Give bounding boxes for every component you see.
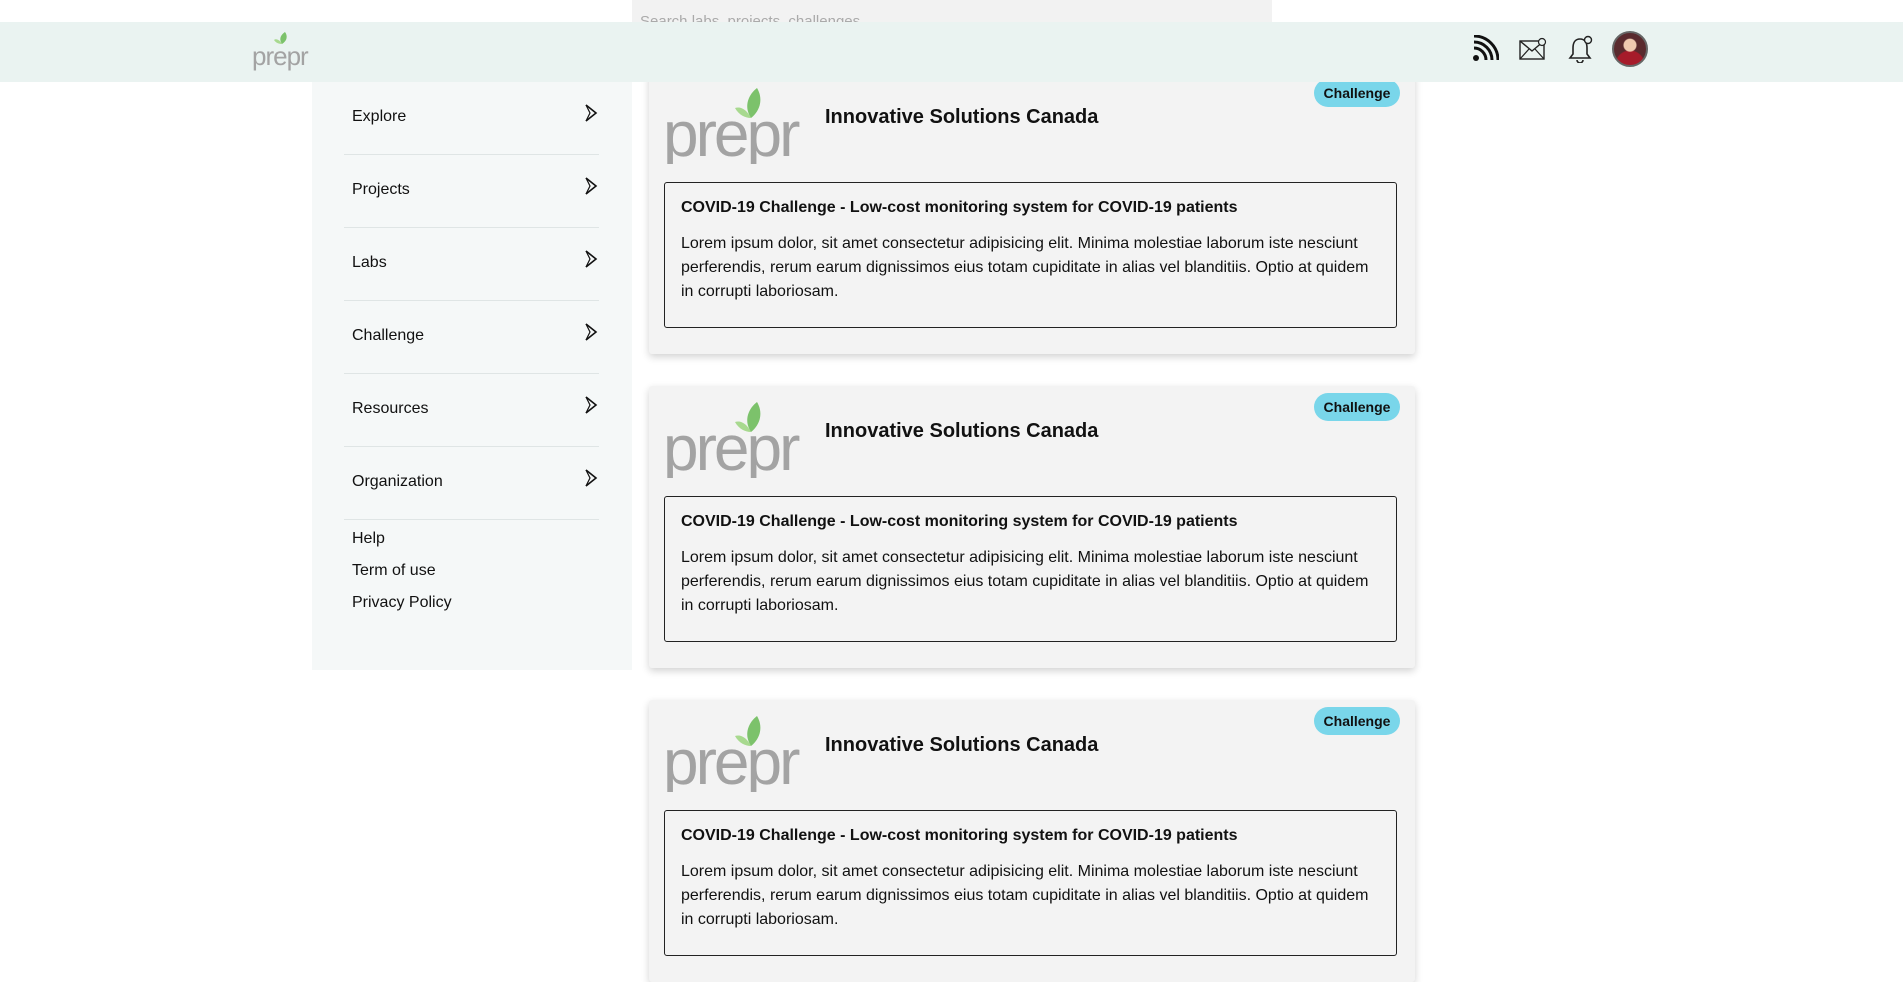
logo-text: prepr — [663, 98, 800, 164]
challenge-card[interactable]: prepr Innovative Solutions Canada Challe… — [649, 700, 1415, 982]
help-link[interactable]: Help — [352, 530, 385, 548]
sidebar-item-label: Explore — [352, 108, 407, 125]
sidebar-item-explore[interactable]: Explore — [344, 82, 599, 155]
challenge-badge[interactable]: Challenge — [1314, 79, 1400, 107]
sidebar-item-labs[interactable]: Labs — [344, 228, 599, 301]
chevron-right-icon — [585, 250, 598, 268]
challenge-title: COVID-19 Challenge - Low-cost monitoring… — [681, 199, 1238, 216]
sidebar: Explore Projects Labs Challenge Resource… — [312, 82, 632, 670]
sidebar-item-resources[interactable]: Resources — [344, 374, 599, 447]
challenge-summary[interactable]: COVID-19 Challenge - Low-cost monitoring… — [664, 182, 1397, 328]
chevron-right-icon — [585, 469, 598, 487]
org-logo: prepr — [663, 716, 803, 792]
logo-text: prepr — [252, 41, 309, 71]
logo-text: prepr — [663, 412, 800, 478]
challenge-card[interactable]: prepr Innovative Solutions Canada Challe… — [649, 72, 1415, 354]
top-header: prepr — [0, 22, 1903, 82]
rss-icon[interactable] — [1468, 32, 1502, 66]
bell-icon[interactable] — [1564, 32, 1598, 66]
terms-link[interactable]: Term of use — [352, 562, 436, 580]
challenge-badge[interactable]: Challenge — [1314, 393, 1400, 421]
org-logo: prepr — [663, 402, 803, 478]
sidebar-item-challenge[interactable]: Challenge — [344, 301, 599, 374]
sidebar-item-label: Organization — [352, 473, 443, 490]
logo-text: prepr — [663, 726, 800, 792]
challenge-summary[interactable]: COVID-19 Challenge - Low-cost monitoring… — [664, 810, 1397, 956]
org-logo: prepr — [663, 88, 803, 164]
org-name: Innovative Solutions Canada — [825, 734, 1099, 756]
chevron-right-icon — [585, 323, 598, 341]
challenge-title: COVID-19 Challenge - Low-cost monitoring… — [681, 827, 1238, 844]
challenge-badge[interactable]: Challenge — [1314, 707, 1400, 735]
sidebar-item-organization[interactable]: Organization — [344, 447, 599, 520]
avatar[interactable] — [1612, 31, 1648, 67]
challenge-description: Lorem ipsum dolor, sit amet consectetur … — [681, 549, 1369, 614]
privacy-policy-link[interactable]: Privacy Policy — [352, 594, 452, 612]
org-name: Innovative Solutions Canada — [825, 106, 1099, 128]
challenge-summary[interactable]: COVID-19 Challenge - Low-cost monitoring… — [664, 496, 1397, 642]
chevron-right-icon — [585, 104, 598, 122]
challenge-card[interactable]: prepr Innovative Solutions Canada Challe… — [649, 386, 1415, 668]
sidebar-item-label: Challenge — [352, 327, 425, 344]
org-name: Innovative Solutions Canada — [825, 420, 1099, 442]
sidebar-item-label: Resources — [352, 400, 429, 417]
challenge-description: Lorem ipsum dolor, sit amet consectetur … — [681, 863, 1369, 928]
chevron-right-icon — [585, 396, 598, 414]
prepr-logo[interactable]: prepr — [252, 32, 316, 77]
sidebar-item-label: Projects — [352, 181, 410, 198]
header-actions — [1468, 31, 1648, 67]
mail-icon[interactable] — [1516, 32, 1550, 66]
challenge-description: Lorem ipsum dolor, sit amet consectetur … — [681, 235, 1369, 300]
chevron-right-icon — [585, 177, 598, 195]
sidebar-item-label: Labs — [352, 254, 387, 271]
sidebar-item-projects[interactable]: Projects — [344, 155, 599, 228]
challenge-title: COVID-19 Challenge - Low-cost monitoring… — [681, 513, 1238, 530]
